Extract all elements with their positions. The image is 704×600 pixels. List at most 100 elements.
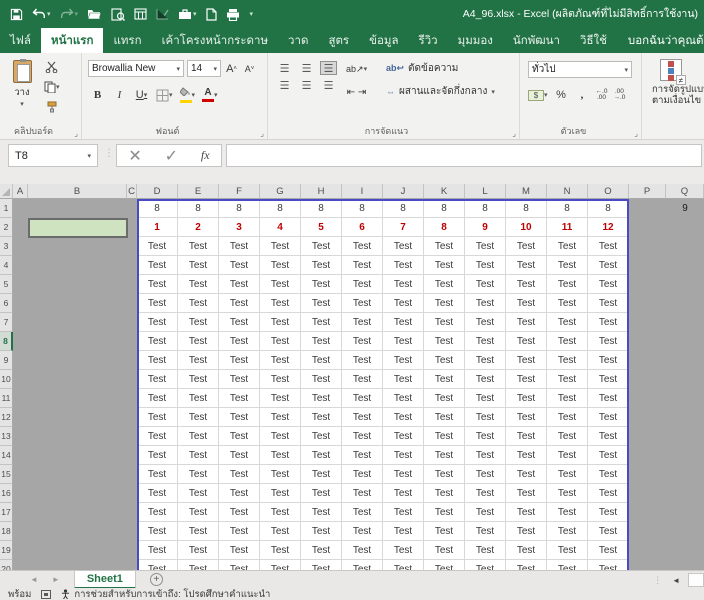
cell-M15[interactable]: Test (506, 465, 547, 484)
cell-G4[interactable]: Test (260, 256, 301, 275)
column-header-M[interactable]: M (506, 184, 547, 199)
cell-F11[interactable]: Test (219, 389, 260, 408)
cell-N18[interactable]: Test (547, 522, 588, 541)
cell-D20[interactable]: Test (137, 560, 178, 570)
row-header-20[interactable]: 20 (0, 560, 13, 570)
cell-M10[interactable]: Test (506, 370, 547, 389)
cell-J17[interactable]: Test (383, 503, 424, 522)
cell-I20[interactable]: Test (342, 560, 383, 570)
cell-I10[interactable]: Test (342, 370, 383, 389)
cell-D2[interactable]: 1 (137, 218, 178, 237)
cell-B8[interactable] (28, 332, 127, 351)
cell-C14[interactable] (127, 446, 137, 465)
cell-P9[interactable] (629, 351, 666, 370)
cell-Q2[interactable] (666, 218, 704, 237)
row-header-13[interactable]: 13 (0, 427, 13, 446)
cell-Q6[interactable] (666, 294, 704, 313)
cell-H4[interactable]: Test (301, 256, 342, 275)
column-header-O[interactable]: O (588, 184, 629, 199)
cell-J1[interactable]: 8 (383, 199, 424, 218)
cell-L17[interactable]: Test (465, 503, 506, 522)
cell-M20[interactable]: Test (506, 560, 547, 570)
row-header-6[interactable]: 6 (0, 294, 13, 313)
cell-G19[interactable]: Test (260, 541, 301, 560)
cell-D4[interactable]: Test (137, 256, 178, 275)
cell-L9[interactable]: Test (465, 351, 506, 370)
column-header-N[interactable]: N (547, 184, 588, 199)
cell-L15[interactable]: Test (465, 465, 506, 484)
cell-K12[interactable]: Test (424, 408, 465, 427)
align-bottom-icon[interactable]: ☰ (320, 61, 337, 75)
percent-style-icon[interactable]: % (554, 87, 569, 103)
cell-H8[interactable]: Test (301, 332, 342, 351)
cell-C17[interactable] (127, 503, 137, 522)
cell-M19[interactable]: Test (506, 541, 547, 560)
cell-J5[interactable]: Test (383, 275, 424, 294)
cell-I9[interactable]: Test (342, 351, 383, 370)
cell-J7[interactable]: Test (383, 313, 424, 332)
cell-H9[interactable]: Test (301, 351, 342, 370)
cell-M13[interactable]: Test (506, 427, 547, 446)
cell-E16[interactable]: Test (178, 484, 219, 503)
cell-A13[interactable] (13, 427, 28, 446)
cell-L4[interactable]: Test (465, 256, 506, 275)
cell-P7[interactable] (629, 313, 666, 332)
cell-N15[interactable]: Test (547, 465, 588, 484)
tab-page-layout[interactable]: เค้าโครงหน้ากระดาษ (152, 28, 278, 53)
cell-D19[interactable]: Test (137, 541, 178, 560)
cell-I12[interactable]: Test (342, 408, 383, 427)
column-header-E[interactable]: E (178, 184, 219, 199)
cell-G13[interactable]: Test (260, 427, 301, 446)
cell-F5[interactable]: Test (219, 275, 260, 294)
cell-Q5[interactable] (666, 275, 704, 294)
cell-Q4[interactable] (666, 256, 704, 275)
cell-J14[interactable]: Test (383, 446, 424, 465)
cell-Q11[interactable] (666, 389, 704, 408)
bold-icon[interactable]: B (90, 87, 105, 103)
cell-Q9[interactable] (666, 351, 704, 370)
cell-J11[interactable]: Test (383, 389, 424, 408)
cell-O2[interactable]: 12 (588, 218, 629, 237)
cell-L2[interactable]: 9 (465, 218, 506, 237)
align-center-icon[interactable]: ☰ (298, 78, 315, 92)
cell-F10[interactable]: Test (219, 370, 260, 389)
macro-record-icon[interactable] (41, 590, 51, 599)
cell-B15[interactable] (28, 465, 127, 484)
cell-C7[interactable] (127, 313, 137, 332)
decrease-decimal-icon[interactable]: .00→.0 (613, 89, 625, 101)
cell-K13[interactable]: Test (424, 427, 465, 446)
cell-A2[interactable] (13, 218, 28, 237)
cell-E17[interactable]: Test (178, 503, 219, 522)
cell-Q18[interactable] (666, 522, 704, 541)
scrollbar-splitter[interactable]: ⋮ (653, 575, 662, 586)
column-header-Q[interactable]: Q (666, 184, 704, 199)
cell-I5[interactable]: Test (342, 275, 383, 294)
cell-B7[interactable] (28, 313, 127, 332)
cell-M6[interactable]: Test (506, 294, 547, 313)
cell-H7[interactable]: Test (301, 313, 342, 332)
cell-B13[interactable] (28, 427, 127, 446)
column-header-K[interactable]: K (424, 184, 465, 199)
cell-B11[interactable] (28, 389, 127, 408)
cell-H2[interactable]: 5 (301, 218, 342, 237)
number-format-combo[interactable]: ทั่วไป ▾ (528, 61, 632, 78)
cell-C10[interactable] (127, 370, 137, 389)
row-header-11[interactable]: 11 (0, 389, 13, 408)
cell-Q12[interactable] (666, 408, 704, 427)
cell-B1[interactable] (28, 199, 127, 218)
cell-C9[interactable] (127, 351, 137, 370)
cell-H15[interactable]: Test (301, 465, 342, 484)
row-header-15[interactable]: 15 (0, 465, 13, 484)
comma-style-icon[interactable]: , (575, 87, 590, 103)
cell-K2[interactable]: 8 (424, 218, 465, 237)
cell-D9[interactable]: Test (137, 351, 178, 370)
cell-O16[interactable]: Test (588, 484, 629, 503)
cell-N8[interactable]: Test (547, 332, 588, 351)
cell-C6[interactable] (127, 294, 137, 313)
cell-A15[interactable] (13, 465, 28, 484)
cell-M16[interactable]: Test (506, 484, 547, 503)
cell-E8[interactable]: Test (178, 332, 219, 351)
cell-F16[interactable]: Test (219, 484, 260, 503)
cell-H10[interactable]: Test (301, 370, 342, 389)
cell-C19[interactable] (127, 541, 137, 560)
